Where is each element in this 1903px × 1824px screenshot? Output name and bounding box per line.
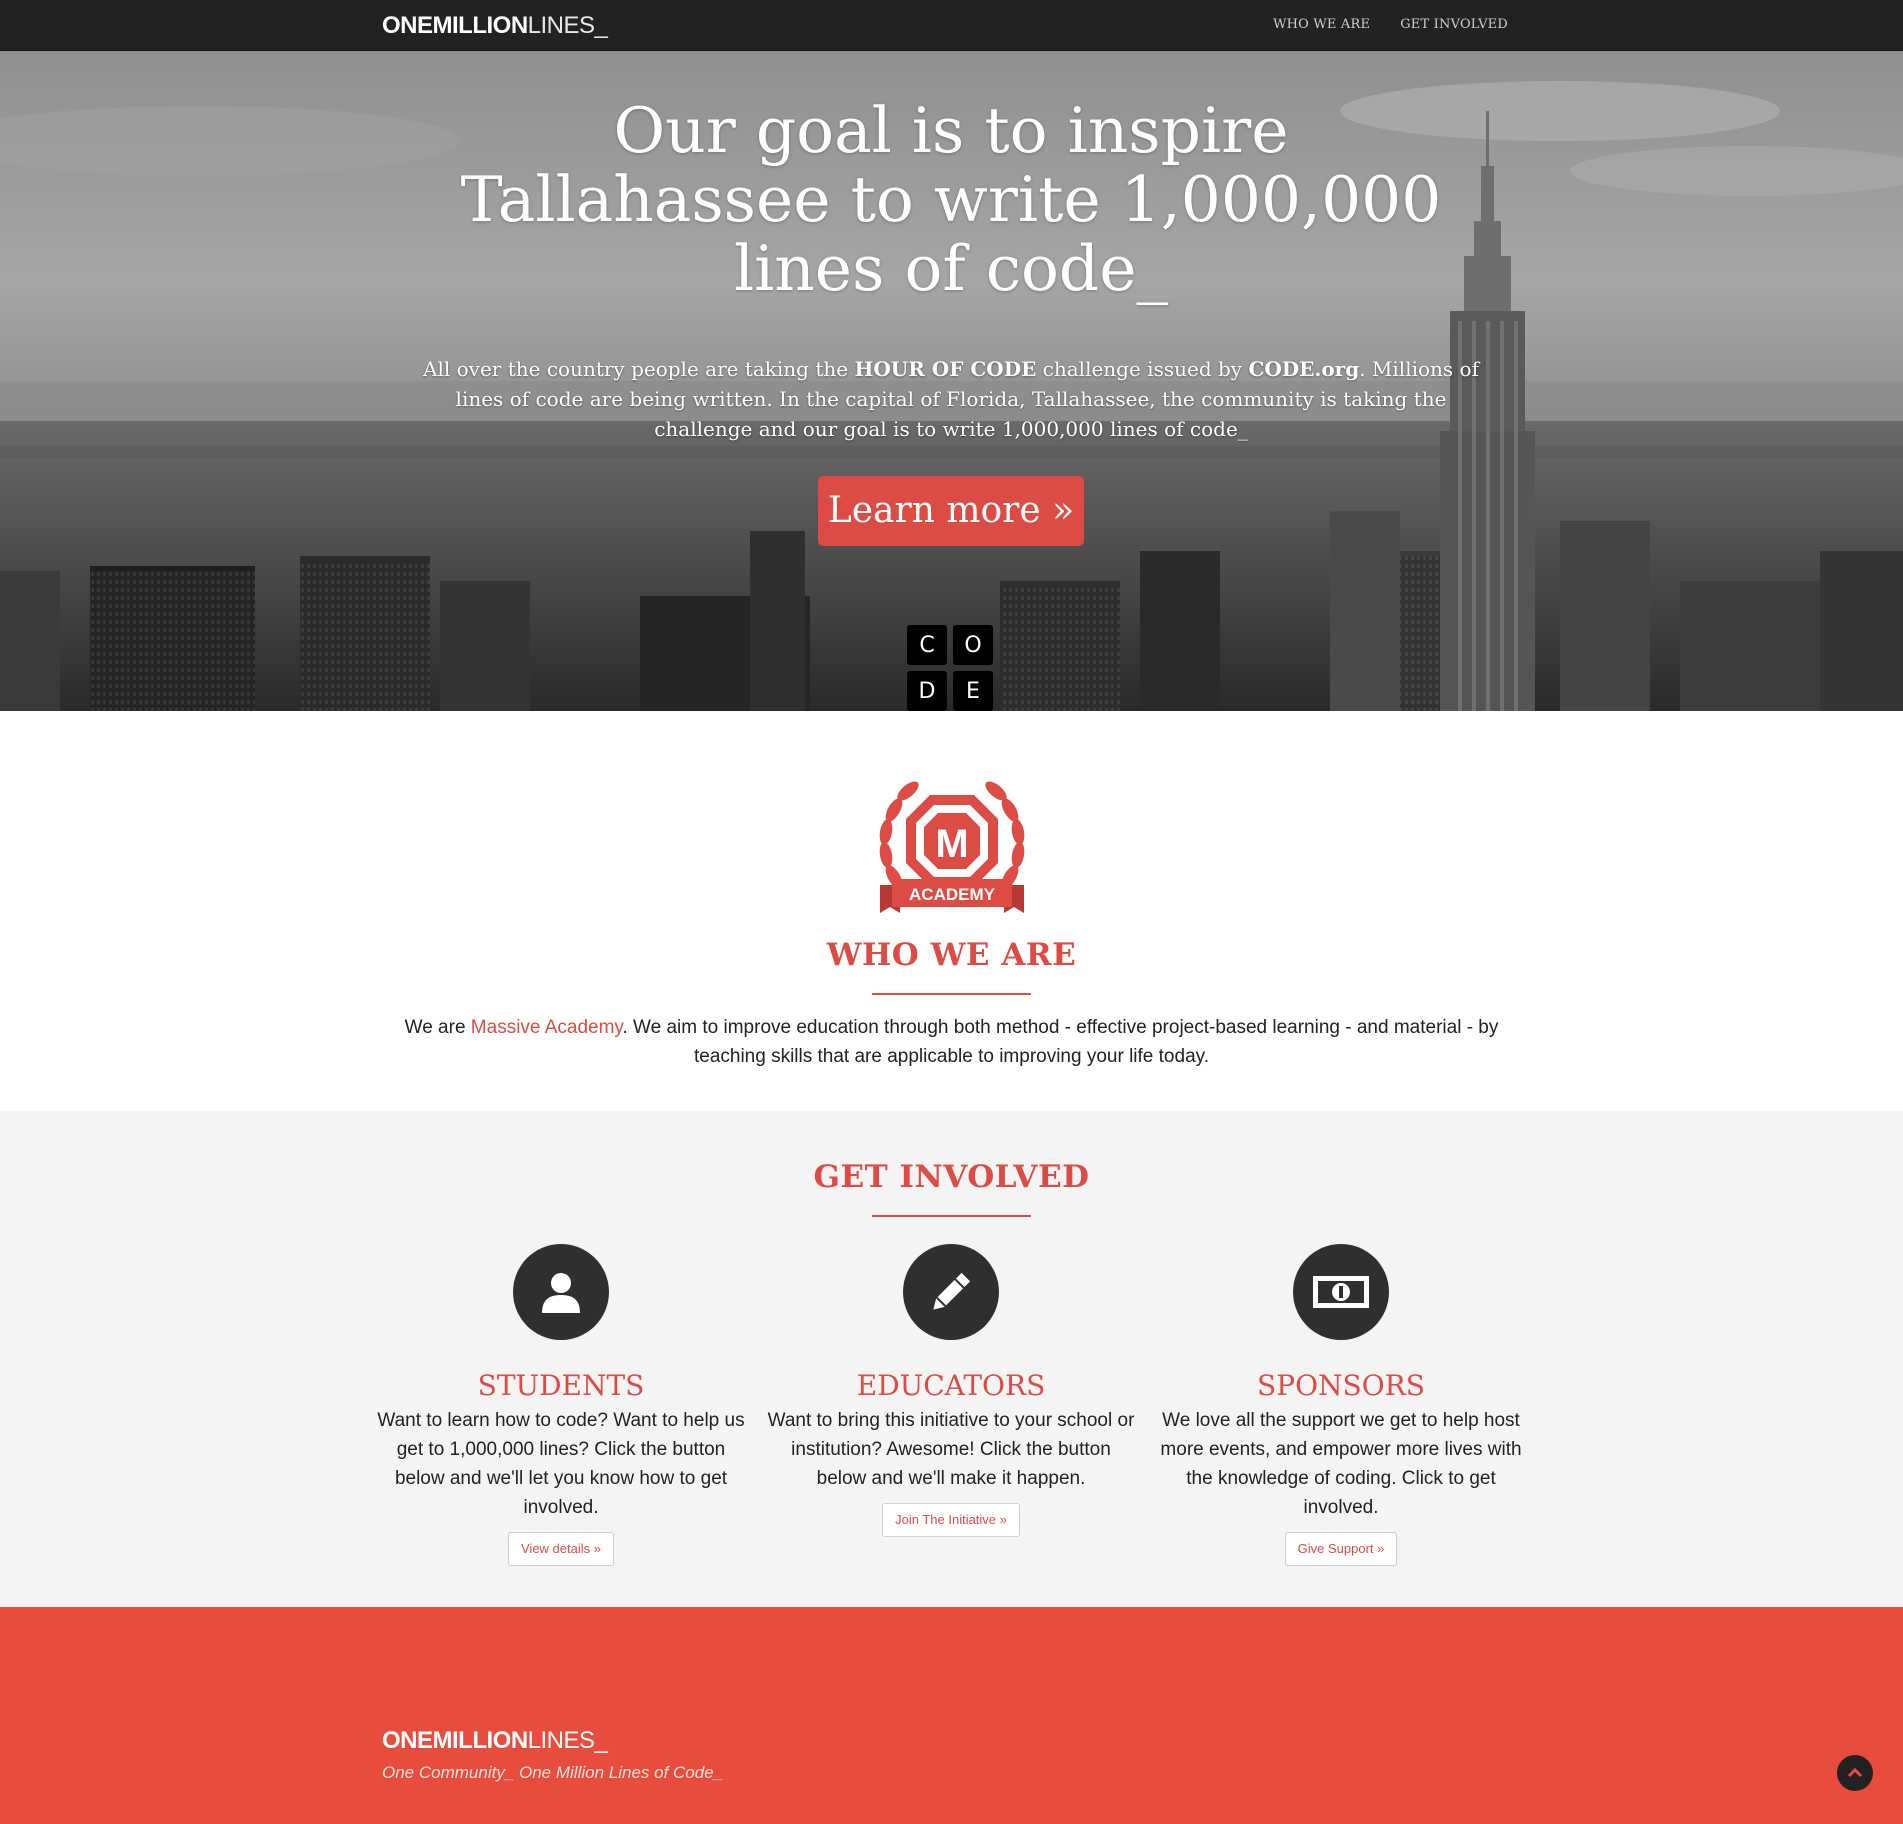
learn-more-button[interactable]: Learn more » (818, 476, 1084, 546)
who-we-are-text: We are Massive Academy. We aim to improv… (380, 1013, 1523, 1071)
title-divider (872, 1215, 1031, 1217)
hero-text-hour-of-code: HOUR OF CODE (854, 357, 1037, 381)
sponsors-column: SPONSORS We love all the support we get … (1156, 1244, 1526, 1566)
money-icon (1293, 1244, 1389, 1340)
get-involved-section: GET INVOLVED STUDENTS Want to learn how … (0, 1111, 1903, 1607)
code-org-logo[interactable]: C O D E (907, 625, 997, 711)
badge-letter: M (935, 822, 968, 866)
massive-academy-link[interactable]: Massive Academy (471, 1017, 623, 1038)
view-details-button[interactable]: View details » (508, 1532, 614, 1566)
brand-thin-text: LINES_ (527, 12, 608, 39)
students-text: Want to learn how to code? Want to help … (377, 1410, 745, 1518)
hero-text-part: All over the country people are taking t… (423, 357, 855, 381)
give-support-button[interactable]: Give Support » (1284, 1532, 1398, 1566)
get-involved-title: GET INVOLVED (813, 1159, 1090, 1195)
footer-tagline: One Community_ One Million Lines of Code… (382, 1763, 724, 1782)
join-initiative-button[interactable]: Join The Initiative » (882, 1503, 1020, 1537)
educators-text: Want to bring this initiative to your sc… (767, 1410, 1135, 1489)
who-we-are-section: M ACADEMY WHO WE ARE We are Massive Acad… (0, 711, 1903, 1111)
footer-brand-logo[interactable]: ONEMILLIONLINES_ (382, 1727, 608, 1755)
hero-banner: Our goal is to inspire Tallahassee to wr… (0, 51, 1903, 711)
code-logo-letter: D (907, 671, 947, 711)
title-divider (872, 993, 1031, 995)
chevron-up-icon (1847, 1767, 1863, 1778)
sponsors-text: We love all the support we get to help h… (1160, 1410, 1522, 1518)
hero-text-code-org: CODE.org (1248, 357, 1360, 381)
footer-brand-bold: ONEMILLION (382, 1727, 528, 1754)
hero-description: All over the country people are taking t… (421, 354, 1481, 444)
footer-brand-thin: LINES_ (527, 1727, 608, 1754)
pencil-icon (903, 1244, 999, 1340)
massive-academy-badge-icon: M ACADEMY (879, 781, 1025, 913)
top-navbar: ONEMILLIONLINES_ WHO WE ARE GET INVOLVED (0, 0, 1903, 51)
footer: ONEMILLIONLINES_ One Community_ One Mill… (0, 1607, 1903, 1824)
educators-column: EDUCATORS Want to bring this initiative … (766, 1244, 1136, 1537)
sponsors-title: SPONSORS (1257, 1369, 1425, 1402)
scroll-to-top-button[interactable] (1837, 1755, 1873, 1791)
nav-link-get-involved[interactable]: GET INVOLVED (1400, 17, 1508, 32)
code-logo-letter: E (953, 671, 993, 711)
code-logo-letter: C (907, 625, 947, 665)
who-we-are-title: WHO WE ARE (826, 937, 1077, 973)
badge-text: ACADEMY (909, 885, 996, 904)
who-text-part: . We aim to improve education through bo… (622, 1017, 1499, 1067)
user-icon (513, 1244, 609, 1340)
hero-title: Our goal is to inspire Tallahassee to wr… (460, 94, 1442, 305)
who-text-part: We are (404, 1017, 471, 1038)
students-title: STUDENTS (477, 1369, 645, 1402)
students-column: STUDENTS Want to learn how to code? Want… (376, 1244, 746, 1566)
brand-logo[interactable]: ONEMILLIONLINES_ (382, 12, 608, 40)
educators-title: EDUCATORS (856, 1369, 1046, 1402)
nav-link-who-we-are[interactable]: WHO WE ARE (1273, 17, 1370, 32)
code-logo-letter: O (953, 625, 993, 665)
hero-text-part: challenge issued by (1036, 357, 1249, 381)
brand-bold-text: ONEMILLION (382, 12, 528, 39)
nav-links: WHO WE ARE GET INVOLVED (1273, 17, 1508, 32)
